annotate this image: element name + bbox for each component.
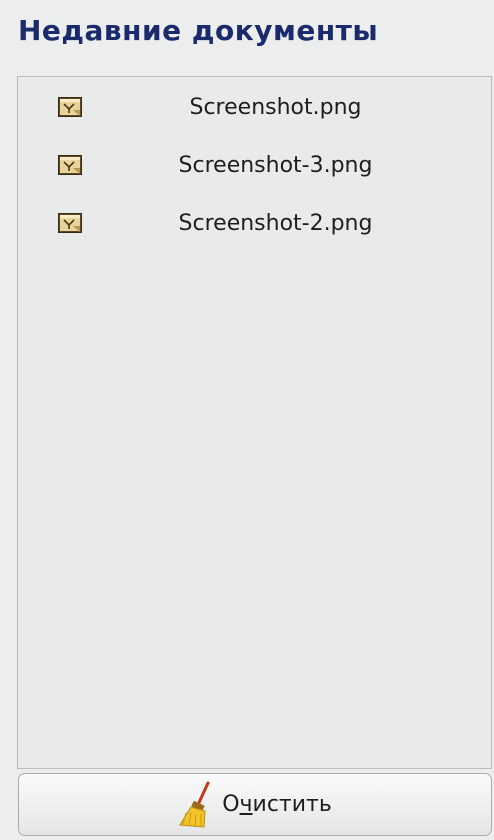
image-file-icon <box>58 213 82 233</box>
recent-document-item[interactable]: Screenshot.png <box>18 77 491 135</box>
broom-icon <box>179 781 210 828</box>
recent-document-item[interactable]: Screenshot-2.png <box>18 193 491 251</box>
recent-document-name: Screenshot-3.png <box>178 153 373 178</box>
image-file-icon <box>58 97 82 117</box>
recent-document-item[interactable]: Screenshot-3.png <box>18 135 491 193</box>
recent-documents-list[interactable]: Screenshot.png Screenshot-3.png Screenshot… <box>17 76 492 769</box>
image-file-icon <box>58 155 82 175</box>
recent-document-name: Screenshot-2.png <box>178 211 373 236</box>
panel-title: Недавние документы <box>18 14 379 47</box>
clear-button-label: Очистить <box>222 792 332 817</box>
recent-document-name: Screenshot.png <box>189 95 362 120</box>
clear-button[interactable]: Очистить <box>18 773 492 836</box>
